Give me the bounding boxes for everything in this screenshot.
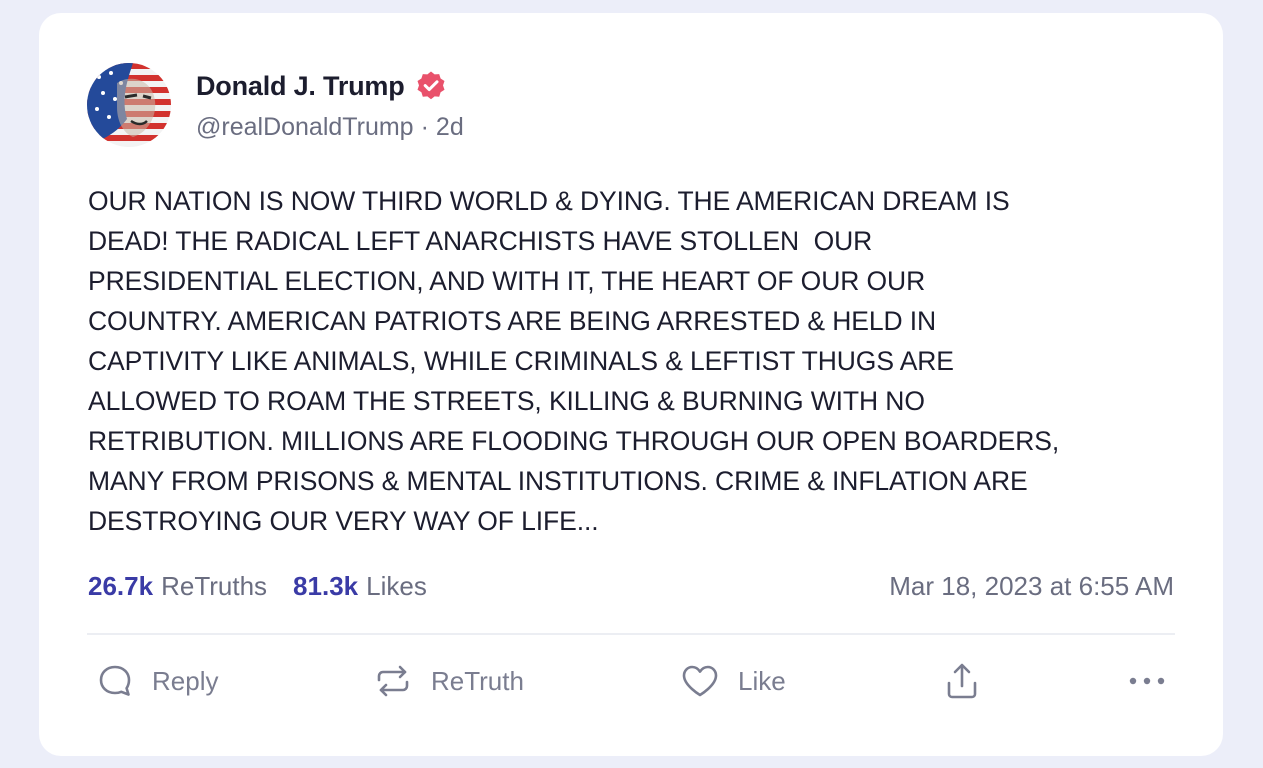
likes-label: Likes [366, 570, 427, 601]
avatar-image [87, 63, 171, 147]
post-card: Donald J. Trump @realDonaldTrump · 2d OU… [39, 13, 1223, 756]
author-name-row: Donald J. Trump [196, 69, 447, 103]
like-button[interactable]: Like [680, 658, 786, 704]
retruths-count: 26.7k [88, 570, 154, 601]
post-body-text: OUR NATION IS NOW THIRD WORLD & DYING. T… [88, 186, 1060, 536]
reply-button[interactable]: Reply [96, 658, 218, 704]
retruths-stat[interactable]: 26.7k ReTruths [88, 571, 267, 602]
reply-label: Reply [152, 665, 219, 696]
author-handle-row: @realDonaldTrump · 2d [196, 113, 464, 142]
retruth-button[interactable]: ReTruth [373, 658, 524, 704]
post-timestamp: Mar 18, 2023 at 6:55 AM [889, 570, 1174, 601]
like-label: Like [738, 665, 786, 696]
author-display-name[interactable]: Donald J. Trump [196, 71, 405, 102]
share-button[interactable] [943, 658, 981, 704]
more-options-icon [1125, 671, 1169, 691]
post-stats-row: 26.7k ReTruths 81.3k Likes Mar 18, 2023 … [88, 568, 1174, 604]
avatar[interactable] [87, 63, 171, 147]
heart-icon [680, 662, 720, 700]
verified-badge-icon [415, 70, 447, 102]
post-age[interactable]: 2d [436, 113, 464, 142]
likes-stat[interactable]: 81.3k Likes [293, 571, 427, 602]
retruth-arrows-icon [373, 662, 413, 700]
likes-count: 81.3k [293, 570, 359, 601]
divider [87, 633, 1175, 635]
share-icon [943, 661, 981, 701]
handle-separator: · [420, 113, 429, 141]
reply-bubble-icon [96, 662, 134, 700]
more-options-button[interactable] [1125, 658, 1169, 704]
author-handle[interactable]: @realDonaldTrump [196, 113, 414, 142]
post-actions-bar: Reply ReTruth Like [88, 658, 1178, 704]
retruths-label: ReTruths [161, 570, 268, 601]
retruth-label: ReTruth [431, 665, 524, 696]
